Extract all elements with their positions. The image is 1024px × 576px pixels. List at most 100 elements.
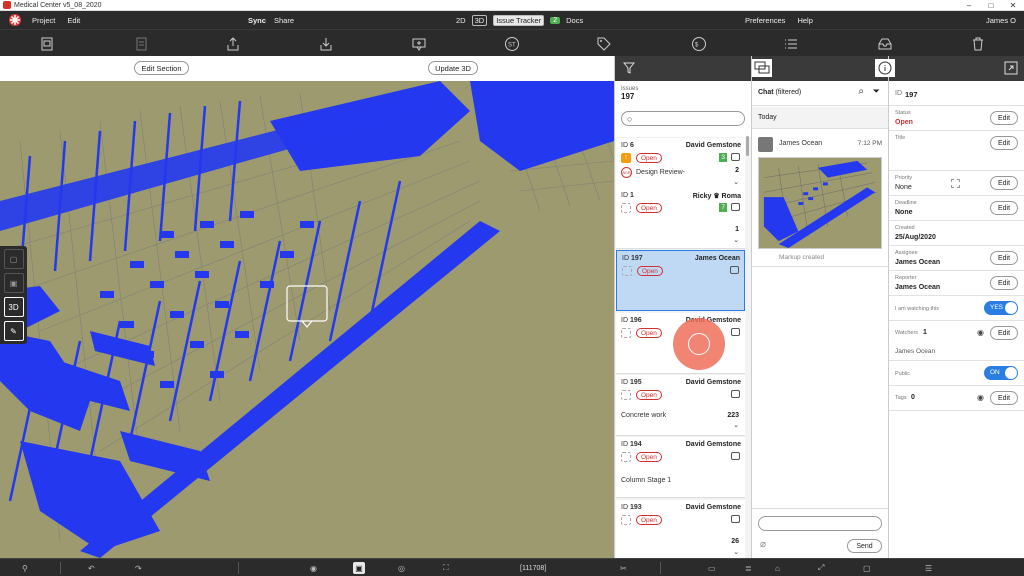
issue-card[interactable]: ID 195 David Gemstone Open Concrete work… <box>616 375 745 436</box>
info-icon[interactable] <box>875 59 895 77</box>
issue-card[interactable]: ID 1 Ricky ♛ Roma Open 7 1 ⌄ <box>616 188 745 249</box>
chat-tab-icon[interactable] <box>752 59 772 77</box>
edit-title-button[interactable]: Edit <box>990 136 1018 150</box>
issue-tracker-button[interactable]: Issue Tracker <box>493 14 545 26</box>
issue-count-icon[interactable]: $ <box>690 35 708 52</box>
document-icon[interactable] <box>132 35 150 52</box>
issues-panel-header <box>615 56 751 81</box>
detail-created: Created 25/Aug/2020 <box>889 221 1024 246</box>
issue-id-label: ID <box>621 192 628 199</box>
screen-icon[interactable]: ▭ <box>708 562 716 574</box>
issue-card[interactable]: ID 194 David Gemstone Open Column Stage … <box>616 437 745 498</box>
close-icon[interactable]: ✕ <box>1002 0 1024 11</box>
filter-icon[interactable] <box>623 62 635 74</box>
issues-summary: Issues 197 ○ <box>615 81 751 137</box>
inbox-icon[interactable] <box>876 35 894 52</box>
view-3d-button[interactable]: 3D <box>471 14 488 26</box>
clipboard-icon[interactable] <box>38 35 56 52</box>
edit-tags-button[interactable]: Edit <box>990 391 1018 405</box>
detail-label: Public <box>895 371 910 377</box>
cube-icon[interactable]: ▣ <box>3 273 24 293</box>
docs-button[interactable]: Docs <box>566 16 583 25</box>
divider <box>660 562 661 574</box>
eye-icon[interactable]: ◉ <box>310 562 317 574</box>
edit-section-button[interactable]: Edit Section <box>134 61 189 75</box>
eye-icon[interactable]: ◉ <box>977 328 984 337</box>
detail-label: Tags <box>895 395 907 401</box>
fit-view-icon[interactable]: ⛶ <box>443 562 449 574</box>
issue-card[interactable]: ID 193 David Gemstone Open 26 ⌄ <box>616 500 745 558</box>
click-indicator <box>673 318 725 370</box>
search-icon[interactable]: ⌕ <box>858 86 864 97</box>
user-name[interactable]: James O <box>986 16 1016 25</box>
update-3d-button[interactable]: Update 3D <box>428 61 478 75</box>
minimize-icon[interactable]: – <box>958 0 980 11</box>
menu-help[interactable]: Help <box>797 16 812 25</box>
download-icon[interactable] <box>317 35 335 52</box>
tag-icon[interactable] <box>595 35 613 52</box>
maximize-icon[interactable]: □ <box>980 0 1002 11</box>
issue-id: 196 <box>629 317 642 324</box>
undo-icon[interactable]: ↶ <box>88 562 95 574</box>
layers-icon[interactable]: ≣ <box>745 562 752 574</box>
markup-thumbnail[interactable] <box>758 157 882 249</box>
list-icon[interactable] <box>782 35 800 52</box>
upload-icon[interactable] <box>224 35 242 52</box>
st-icon[interactable]: ST <box>503 35 521 52</box>
detail-reporter: Reporter James Ocean Edit <box>889 271 1024 296</box>
chat-icon <box>731 153 740 161</box>
location-pin-icon[interactable]: ⚲ <box>22 562 28 574</box>
pen-icon[interactable]: ✎ <box>3 321 24 341</box>
attach-icon[interactable]: ⌀ <box>760 539 766 550</box>
chat-icon <box>731 328 740 336</box>
chat-message-input[interactable] <box>758 516 882 531</box>
asr-icon: ASR <box>621 167 632 178</box>
trash-icon[interactable] <box>969 35 987 52</box>
chevron-down-icon[interactable]: ⌄ <box>733 548 739 556</box>
issue-id: 6 <box>629 142 634 149</box>
menu-project[interactable]: Project <box>32 16 55 25</box>
issue-tracker-badge: 2 <box>550 16 561 24</box>
edit-watchers-button[interactable]: Edit <box>990 326 1018 340</box>
issues-scrollbar[interactable] <box>746 136 749 156</box>
fullscreen-icon[interactable]: ⤢ <box>818 562 824 574</box>
menu-share[interactable]: Share <box>274 16 294 25</box>
comment-icon[interactable] <box>410 35 428 52</box>
section-box-icon[interactable]: ▢ <box>3 249 24 269</box>
scissors-icon[interactable]: ✂ <box>620 562 627 574</box>
menu-sync[interactable]: Sync <box>248 16 266 25</box>
menu-preferences[interactable]: Preferences <box>745 16 785 25</box>
message-caption: Markup created <box>779 254 825 261</box>
watching-toggle[interactable]: YES <box>984 301 1018 315</box>
camera-icon[interactable]: ◎ <box>398 562 405 574</box>
edit-reporter-button[interactable]: Edit <box>990 276 1018 290</box>
issue-card-selected[interactable]: ID 197 James Ocean Open <box>616 250 745 311</box>
edit-deadline-button[interactable]: Edit <box>990 201 1018 215</box>
settings-icon[interactable]: ☰ <box>925 562 932 574</box>
chevron-down-icon[interactable]: ⌄ <box>733 236 739 244</box>
model-viewer[interactable]: Edit Section Update 3D ▢ ▣ 3D ✎ <box>0 56 614 558</box>
public-toggle[interactable]: ON <box>984 366 1018 380</box>
detail-label: Priority <box>895 175 913 181</box>
expand-icon[interactable] <box>1004 61 1018 75</box>
send-button[interactable]: Send <box>847 539 882 553</box>
menu-edit[interactable]: Edit <box>67 16 80 25</box>
edit-status-button[interactable]: Edit <box>990 111 1018 125</box>
filter-icon[interactable]: ⏷ <box>873 86 880 97</box>
cube-view-icon[interactable]: ▣ <box>353 562 365 574</box>
detail-deadline: Deadline None Edit <box>889 196 1024 221</box>
frame-icon[interactable]: ▢ <box>863 562 871 574</box>
comment-count-badge: 7 <box>719 203 727 212</box>
edit-priority-button[interactable]: Edit <box>990 176 1018 190</box>
building-model[interactable] <box>0 81 614 558</box>
issues-search-input[interactable]: ○ <box>621 111 745 126</box>
view-3d-tool[interactable]: 3D <box>3 297 24 317</box>
edit-assignee-button[interactable]: Edit <box>990 251 1018 265</box>
eye-icon[interactable]: ◉ <box>977 393 984 402</box>
issue-id: 1 <box>629 192 634 199</box>
view-2d-button[interactable]: 2D <box>456 16 466 25</box>
chevron-down-icon[interactable]: ⌄ <box>733 178 739 186</box>
chevron-down-icon[interactable]: ⌄ <box>733 421 739 429</box>
home-icon[interactable]: ⌂ <box>775 562 780 574</box>
redo-icon[interactable]: ↷ <box>135 562 142 574</box>
